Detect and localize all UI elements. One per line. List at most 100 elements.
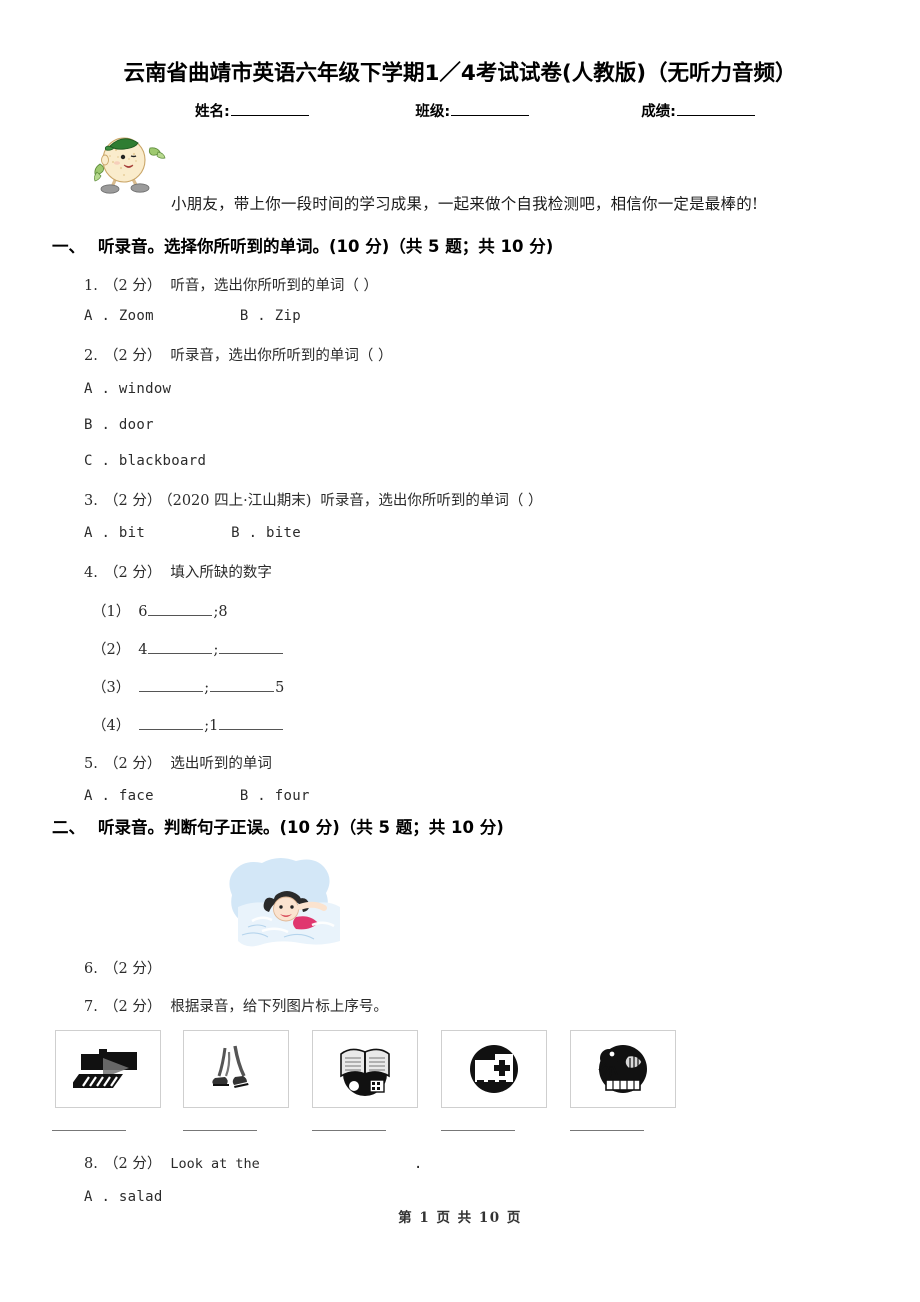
question-6: 6. （2 分） — [84, 957, 170, 978]
question-3-text: 听录音，选出你所听到的单词（ ） — [320, 493, 543, 509]
class-label: 班级: — [415, 104, 451, 120]
question-4-number: 4. — [84, 565, 98, 581]
sub-4-label: （4） — [92, 718, 131, 734]
question-3-option-b[interactable]: B . bite — [231, 525, 301, 541]
picture-answer-blank-2[interactable] — [183, 1130, 257, 1131]
question-6-number: 6. — [84, 961, 98, 977]
question-1: 1. （2 分） 听音，选出你所听到的单词（ ） — [84, 274, 378, 295]
question-8-number: 8. — [84, 1156, 98, 1172]
question-4-sub-1: （1） 6 ;8 — [92, 600, 228, 621]
spacer-2 — [529, 100, 641, 121]
question-5-option-a[interactable]: A . face — [84, 788, 154, 804]
park-fountain-icon[interactable] — [570, 1030, 676, 1108]
sub-3-blank-1[interactable] — [139, 680, 204, 692]
sub-1-mid: ;8 — [213, 604, 228, 620]
name-label: 姓名: — [195, 104, 230, 120]
score-field[interactable]: 成绩: — [641, 100, 755, 121]
swimming-girl-image — [228, 857, 352, 951]
question-8: 8. （2 分） Look at the. — [84, 1152, 422, 1173]
page-footer: 第 1 页 共 10 页 — [398, 1210, 522, 1226]
section-header-2: 二、 听录音。判断句子正误。(10 分)（共 5 题；共 10 分) — [52, 814, 504, 838]
name-blank[interactable] — [230, 103, 309, 116]
intro-text: 小朋友，带上你一段时间的学习成果，一起来做个自我检测吧，相信你一定是最棒的! — [171, 195, 759, 213]
section-header-1: 一、 听录音。选择你所听到的单词。(10 分)（共 5 题；共 10 分) — [52, 233, 553, 257]
question-4-points: （2 分） — [104, 565, 162, 581]
sub-4-blank-2[interactable] — [219, 718, 284, 730]
question-3-option-a[interactable]: A . bit — [84, 525, 145, 541]
exam-page: 云南省曲靖市英语六年级下学期1／4考试试卷(人教版)（无听力音频） 姓名: 班级… — [0, 0, 920, 1302]
sub-4-blank-1[interactable] — [139, 718, 204, 730]
sub-3-label: （3） — [92, 680, 131, 696]
section-1-number: 一、 — [52, 237, 85, 256]
question-7-picture-row — [55, 1030, 685, 1110]
question-8-points: （2 分） — [104, 1156, 162, 1172]
question-3-source-tag: （2020 四上·江山期末) — [165, 493, 312, 509]
question-8-text-tail: . — [413, 1156, 423, 1172]
mascot-egg-character-icon — [88, 130, 178, 196]
name-field[interactable]: 姓名: — [195, 100, 309, 121]
walking-feet-icon[interactable] — [183, 1030, 289, 1108]
question-1-number: 1. — [84, 278, 98, 294]
page-title: 云南省曲靖市英语六年级下学期1／4考试试卷(人教版)（无听力音频） — [123, 61, 797, 86]
score-label: 成绩: — [641, 104, 676, 120]
class-blank[interactable] — [451, 103, 530, 116]
question-7-points: （2 分） — [104, 999, 162, 1015]
sub-3-after: 5 — [275, 680, 285, 696]
picture-answer-blank-4[interactable] — [441, 1130, 515, 1131]
question-7-number: 7. — [84, 999, 98, 1015]
question-2-text: 听录音，选出你所听到的单词（ ） — [170, 348, 393, 364]
score-blank[interactable] — [677, 103, 755, 116]
question-5-text: 选出听到的单词 — [170, 756, 272, 772]
question-1-points: （2 分） — [104, 278, 162, 294]
sub-1-label: （1） — [92, 604, 131, 620]
question-8-option-a[interactable]: A . salad — [84, 1189, 163, 1205]
question-5-option-b[interactable]: B . four — [240, 788, 310, 804]
sub-3-mid: ; — [204, 680, 210, 696]
sub-1-blank[interactable] — [148, 604, 213, 616]
question-1-option-a[interactable]: A . Zoom — [84, 308, 154, 324]
sub-2-blank-1[interactable] — [148, 642, 213, 654]
question-4-sub-2: （2） 4; — [92, 638, 284, 659]
question-2: 2. （2 分） 听录音，选出你所听到的单词（ ） — [84, 344, 392, 365]
question-5-options[interactable]: A . face B . four — [84, 788, 310, 804]
projector-screen-icon[interactable] — [55, 1030, 161, 1108]
question-2-points: （2 分） — [104, 348, 162, 364]
question-4-text: 填入所缺的数字 — [170, 565, 272, 581]
sub-3-blank-2[interactable] — [210, 680, 275, 692]
student-info-row: 姓名: 班级: 成绩: — [195, 100, 755, 121]
picture-answer-blank-3[interactable] — [312, 1130, 386, 1131]
sub-4-mid: ;1 — [204, 718, 219, 734]
question-3-points: （2 分） — [104, 493, 162, 509]
question-1-options[interactable]: A . Zoom B . Zip — [84, 308, 301, 324]
section-2-number: 二、 — [52, 818, 85, 837]
question-5-points: （2 分） — [104, 756, 162, 772]
question-6-points: （2 分） — [104, 961, 162, 977]
question-5-number: 5. — [84, 756, 98, 772]
question-2-option-a[interactable]: A . window — [84, 381, 171, 397]
question-3-options[interactable]: A . bit B . bite — [84, 525, 301, 541]
question-2-option-c[interactable]: C . blackboard — [84, 453, 206, 469]
question-2-option-b[interactable]: B . door — [84, 417, 154, 433]
sub-2-blank-2[interactable] — [219, 642, 284, 654]
section-2-title: 听录音。判断句子正误。(10 分)（共 5 题；共 10 分) — [98, 818, 504, 837]
question-1-option-b[interactable]: B . Zip — [240, 308, 301, 324]
sub-1-before: 6 — [138, 604, 148, 620]
question-7: 7. （2 分） 根据录音，给下列图片标上序号。 — [84, 995, 388, 1016]
question-3-number: 3. — [84, 493, 98, 509]
class-field[interactable]: 班级: — [415, 100, 530, 121]
question-3: 3. （2 分） （2020 四上·江山期末) 听录音，选出你所听到的单词（ ） — [84, 489, 542, 510]
question-7-text: 根据录音，给下列图片标上序号。 — [170, 999, 388, 1015]
question-5: 5. （2 分） 选出听到的单词 — [84, 752, 272, 773]
sub-2-before: 4 — [138, 642, 148, 658]
section-1-title: 听录音。选择你所听到的单词。(10 分)（共 5 题；共 10 分) — [98, 237, 554, 256]
picture-answer-blank-1[interactable] — [52, 1130, 126, 1131]
spacer-1 — [309, 100, 416, 121]
question-2-number: 2. — [84, 348, 98, 364]
picture-answer-blank-5[interactable] — [570, 1130, 644, 1131]
question-1-text: 听音，选出你所听到的单词（ ） — [170, 278, 378, 294]
hospital-cross-icon[interactable] — [441, 1030, 547, 1108]
sub-2-mid: ; — [213, 642, 219, 658]
library-book-icon[interactable] — [312, 1030, 418, 1108]
question-8-blank[interactable] — [262, 1156, 412, 1168]
question-4-sub-4: （4） ;1 — [92, 714, 284, 735]
